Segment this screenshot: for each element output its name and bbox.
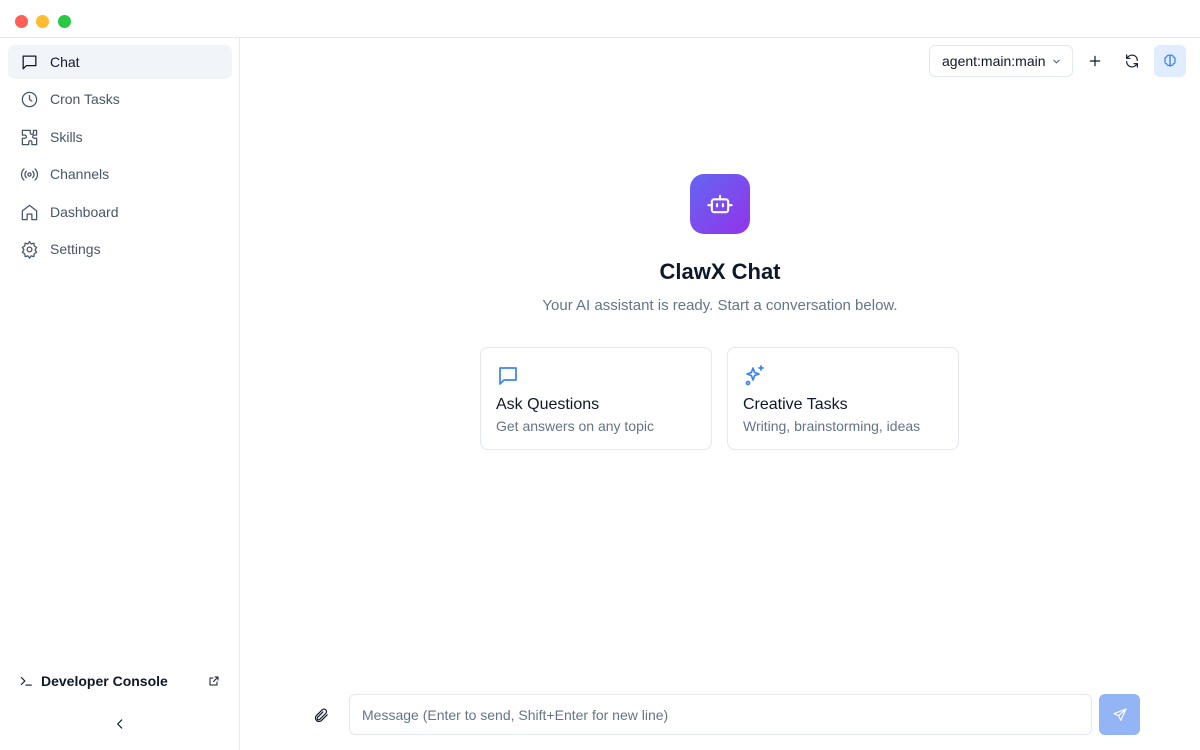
send-icon (1112, 707, 1127, 721)
card-description: Writing, brainstorming, ideas (743, 418, 921, 434)
message-square-icon (496, 364, 520, 388)
ask-questions-card[interactable]: Ask Questions Get answers on any topic (480, 347, 712, 450)
collapse-sidebar-button[interactable] (110, 714, 130, 734)
sidebar-item-channels[interactable]: Channels (8, 157, 232, 191)
sidebar-item-label: Channels (50, 166, 110, 182)
new-chat-button[interactable] (1079, 45, 1111, 77)
developer-console-button[interactable]: Developer Console (8, 667, 232, 695)
sidebar-item-label: Skills (50, 129, 83, 145)
window-maximize-button[interactable] (58, 15, 71, 28)
message-square-icon (19, 52, 39, 72)
attach-button[interactable] (310, 704, 332, 726)
thinking-toggle-button[interactable] (1154, 45, 1186, 77)
sidebar-item-label: Cron Tasks (50, 91, 120, 107)
chevron-left-icon (117, 719, 123, 729)
agent-select-value: agent:main:main (942, 53, 1046, 69)
page-subtitle: Your AI assistant is ready. Start a conv… (542, 297, 898, 314)
bot-icon (707, 194, 733, 214)
paperclip-icon (314, 708, 328, 722)
window-minimize-button[interactable] (36, 15, 49, 28)
sidebar-item-skills[interactable]: Skills (8, 120, 232, 154)
sidebar-item-chat[interactable]: Chat (8, 45, 232, 79)
send-button[interactable] (1099, 694, 1140, 735)
external-link-icon (209, 676, 219, 686)
window-titlebar (0, 0, 1200, 38)
developer-console-label: Developer Console (41, 673, 168, 689)
puzzle-icon (19, 127, 39, 147)
sparkles-icon (743, 364, 767, 388)
refresh-icon (1126, 54, 1138, 68)
terminal-icon (20, 676, 32, 686)
sidebar-item-settings[interactable]: Settings (8, 232, 232, 266)
gear-icon (19, 239, 39, 259)
message-input[interactable] (349, 694, 1092, 735)
brain-icon (1164, 54, 1176, 67)
chevron-down-icon (1053, 59, 1060, 64)
sidebar-item-cron-tasks[interactable]: Cron Tasks (8, 82, 232, 116)
refresh-button[interactable] (1116, 45, 1148, 77)
sidebar-item-label: Chat (50, 54, 80, 70)
clawx-logo (690, 174, 750, 234)
card-description: Get answers on any topic (496, 418, 654, 434)
sidebar-item-dashboard[interactable]: Dashboard (8, 195, 232, 229)
agent-select[interactable]: agent:main:main (929, 45, 1073, 77)
page-title: ClawX Chat (659, 259, 781, 284)
chat-main: agent:main:main ClawX Chat Your AI assis… (240, 38, 1200, 750)
home-icon (19, 202, 39, 222)
clock-icon (19, 89, 39, 109)
sidebar-item-label: Dashboard (50, 204, 119, 220)
card-title: Ask Questions (496, 396, 600, 413)
card-title: Creative Tasks (743, 396, 848, 413)
sidebar-item-label: Settings (50, 241, 101, 257)
window-close-button[interactable] (15, 15, 28, 28)
sidebar: Chat Cron Tasks Skills Channels Dashboar… (0, 38, 240, 750)
radio-icon (19, 164, 39, 184)
plus-icon (1089, 55, 1101, 67)
creative-tasks-card[interactable]: Creative Tasks Writing, brainstorming, i… (727, 347, 959, 450)
